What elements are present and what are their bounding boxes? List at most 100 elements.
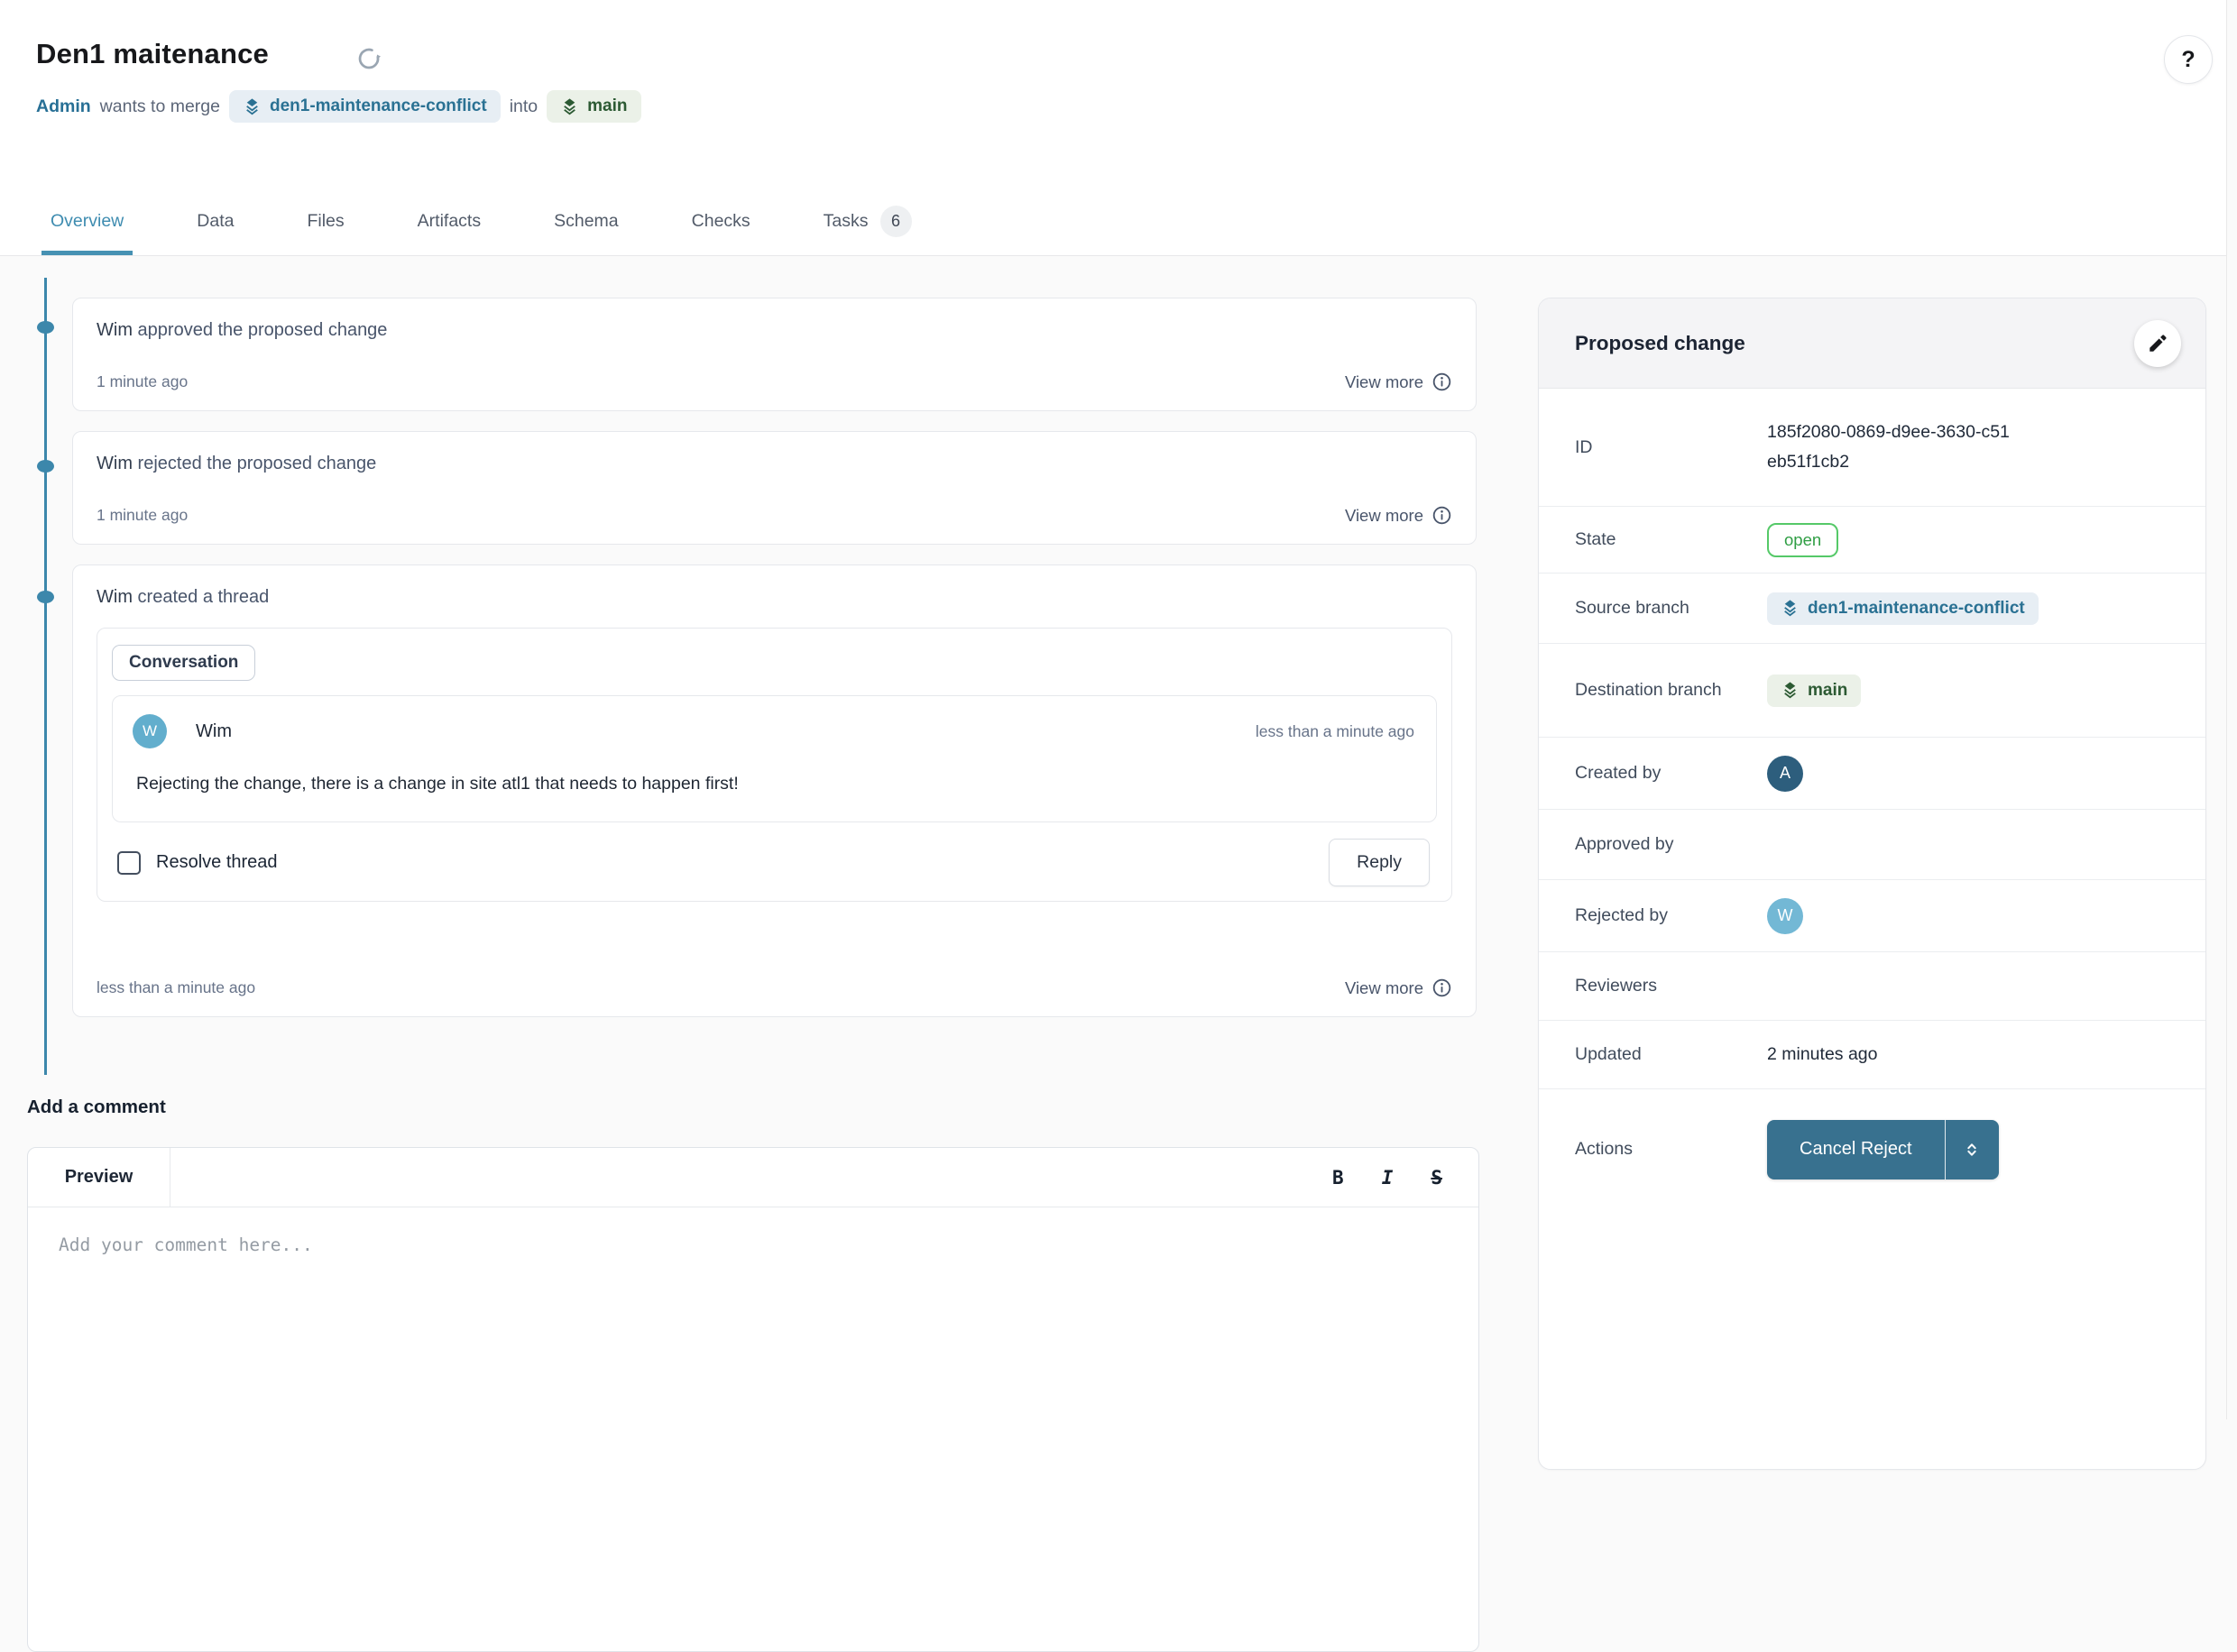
help-button[interactable]: ? bbox=[2164, 35, 2213, 84]
destination-branch-pill[interactable]: main bbox=[1767, 675, 1861, 707]
row-label: Approved by bbox=[1575, 831, 1724, 857]
timeline-event-card: Wim approved the proposed change 1 minut… bbox=[72, 298, 1477, 411]
event-title: Wim approved the proposed change bbox=[97, 320, 1452, 341]
event-footer: 1 minute ago View more bbox=[97, 505, 1452, 526]
author-link[interactable]: Admin bbox=[36, 96, 91, 117]
refresh-icon[interactable] bbox=[355, 45, 382, 72]
comment-time: less than a minute ago bbox=[1256, 722, 1414, 741]
actions-dropdown-toggle[interactable] bbox=[1945, 1120, 1999, 1179]
avatar: W bbox=[133, 714, 167, 748]
tab-checks[interactable]: Checks bbox=[683, 187, 759, 255]
source-branch-name: den1-maintenance-conflict bbox=[270, 96, 487, 116]
cancel-reject-label: Cancel Reject bbox=[1767, 1120, 1945, 1179]
view-more-link[interactable]: View more bbox=[1345, 505, 1452, 526]
row-label: Reviewers bbox=[1575, 973, 1724, 998]
panel-row-state: State open bbox=[1539, 507, 2205, 574]
comment-input[interactable] bbox=[28, 1207, 1478, 1651]
panel-row-source-branch: Source branch den1-maintenance-conflict bbox=[1539, 574, 2205, 644]
question-mark-icon: ? bbox=[2181, 47, 2195, 73]
timeline-thread-card: Wim created a thread Conversation W Wim … bbox=[72, 564, 1477, 1017]
thread-actor: Wim bbox=[97, 587, 133, 607]
info-icon bbox=[1431, 977, 1452, 998]
chevron-up-down-icon bbox=[1962, 1140, 1982, 1160]
comment-body: Rejecting the change, there is a change … bbox=[136, 774, 1414, 794]
tab-schema[interactable]: Schema bbox=[545, 187, 628, 255]
view-more-link[interactable]: View more bbox=[1345, 977, 1452, 998]
refresh-icon-glyph bbox=[355, 45, 382, 72]
event-time: 1 minute ago bbox=[97, 372, 188, 391]
tab-data[interactable]: Data bbox=[188, 187, 243, 255]
preview-tab[interactable]: Preview bbox=[28, 1148, 170, 1207]
destination-branch-pill[interactable]: main bbox=[547, 90, 640, 123]
change-id-value: 185f2080-0869-d9ee-3630-c51eb51f1cb2 bbox=[1767, 418, 2012, 477]
add-comment-heading: Add a comment bbox=[27, 1097, 166, 1118]
pencil-icon bbox=[2147, 333, 2168, 354]
reply-button[interactable]: Reply bbox=[1329, 839, 1430, 886]
event-text: approved the proposed change bbox=[138, 320, 388, 340]
row-label: Rejected by bbox=[1575, 903, 1724, 928]
tab-artifacts[interactable]: Artifacts bbox=[409, 187, 490, 255]
resolve-row: Resolve thread Reply bbox=[112, 839, 1437, 886]
event-footer: 1 minute ago View more bbox=[97, 372, 1452, 392]
thread-time: less than a minute ago bbox=[97, 978, 255, 997]
branch-icon bbox=[560, 97, 579, 116]
row-label: Actions bbox=[1575, 1136, 1724, 1161]
branch-icon bbox=[1781, 681, 1800, 700]
destination-branch-name: main bbox=[587, 96, 627, 116]
tab-tasks[interactable]: Tasks 6 bbox=[815, 187, 921, 255]
panel-row-approved-by: Approved by bbox=[1539, 810, 2205, 880]
row-label: ID bbox=[1575, 435, 1724, 460]
proposed-change-page: Den1 maitenance Admin wants to merge den… bbox=[0, 0, 2237, 1419]
italic-icon[interactable]: I bbox=[1382, 1167, 1394, 1189]
cancel-reject-button[interactable]: Cancel Reject bbox=[1767, 1120, 1999, 1179]
event-actor: Wim bbox=[97, 320, 133, 340]
comment-toolbar: Preview B I S bbox=[28, 1148, 1478, 1207]
resolve-thread-checkbox[interactable] bbox=[117, 851, 141, 875]
edit-button[interactable] bbox=[2134, 320, 2181, 367]
strikethrough-icon[interactable]: S bbox=[1431, 1167, 1442, 1189]
destination-branch-name: main bbox=[1808, 681, 1847, 701]
panel-title: Proposed change bbox=[1575, 332, 1745, 355]
comment-author: Wim bbox=[196, 721, 232, 742]
tab-bar: Overview Data Files Artifacts Schema Che… bbox=[41, 187, 976, 255]
resolve-thread-label: Resolve thread bbox=[156, 852, 278, 873]
source-branch-pill[interactable]: den1-maintenance-conflict bbox=[1767, 592, 2039, 625]
row-label: State bbox=[1575, 527, 1724, 552]
branch-icon bbox=[1781, 599, 1800, 618]
event-title: Wim rejected the proposed change bbox=[97, 454, 1452, 474]
view-more-link[interactable]: View more bbox=[1345, 372, 1452, 392]
avatar: W bbox=[1767, 898, 1803, 934]
panel-row-reviewers: Reviewers bbox=[1539, 952, 2205, 1021]
comment-header: W Wim less than a minute ago bbox=[133, 714, 1414, 748]
tab-files[interactable]: Files bbox=[298, 187, 353, 255]
timeline-dot bbox=[37, 460, 54, 473]
comment-editor: Preview B I S bbox=[27, 1147, 1479, 1652]
row-label: Destination branch bbox=[1575, 677, 1724, 702]
panel-row-actions: Actions Cancel Reject bbox=[1539, 1089, 2205, 1209]
format-tools: B I S bbox=[1332, 1148, 1478, 1207]
thread-title: Wim created a thread bbox=[97, 587, 1452, 608]
thread-box: Conversation W Wim less than a minute ag… bbox=[97, 628, 1452, 902]
row-label: Updated bbox=[1575, 1042, 1724, 1067]
timeline-dot bbox=[37, 591, 54, 603]
proposed-change-panel: Proposed change ID 185f2080-0869-d9ee-36… bbox=[1538, 298, 2206, 1470]
panel-row-created-by: Created by A bbox=[1539, 738, 2205, 810]
event-actor: Wim bbox=[97, 454, 133, 473]
conversation-badge: Conversation bbox=[112, 645, 255, 681]
thread-text: created a thread bbox=[138, 587, 270, 607]
merge-subtitle: Admin wants to merge den1-maintenance-co… bbox=[36, 89, 641, 124]
page-scrollbar[interactable] bbox=[2226, 0, 2237, 1419]
bold-icon[interactable]: B bbox=[1332, 1167, 1344, 1189]
panel-row-updated: Updated 2 minutes ago bbox=[1539, 1021, 2205, 1089]
updated-value: 2 minutes ago bbox=[1767, 1044, 1878, 1065]
info-icon bbox=[1431, 372, 1452, 392]
tab-overview[interactable]: Overview bbox=[41, 187, 133, 255]
thread-footer: less than a minute ago View more bbox=[97, 977, 1452, 998]
avatar: A bbox=[1767, 756, 1803, 792]
panel-row-destination-branch: Destination branch main bbox=[1539, 644, 2205, 738]
source-branch-pill[interactable]: den1-maintenance-conflict bbox=[229, 90, 501, 123]
branch-icon bbox=[243, 97, 262, 116]
page-header: Den1 maitenance Admin wants to merge den… bbox=[0, 0, 2237, 256]
timeline-dot bbox=[37, 321, 54, 334]
state-open-badge: open bbox=[1767, 523, 1838, 557]
